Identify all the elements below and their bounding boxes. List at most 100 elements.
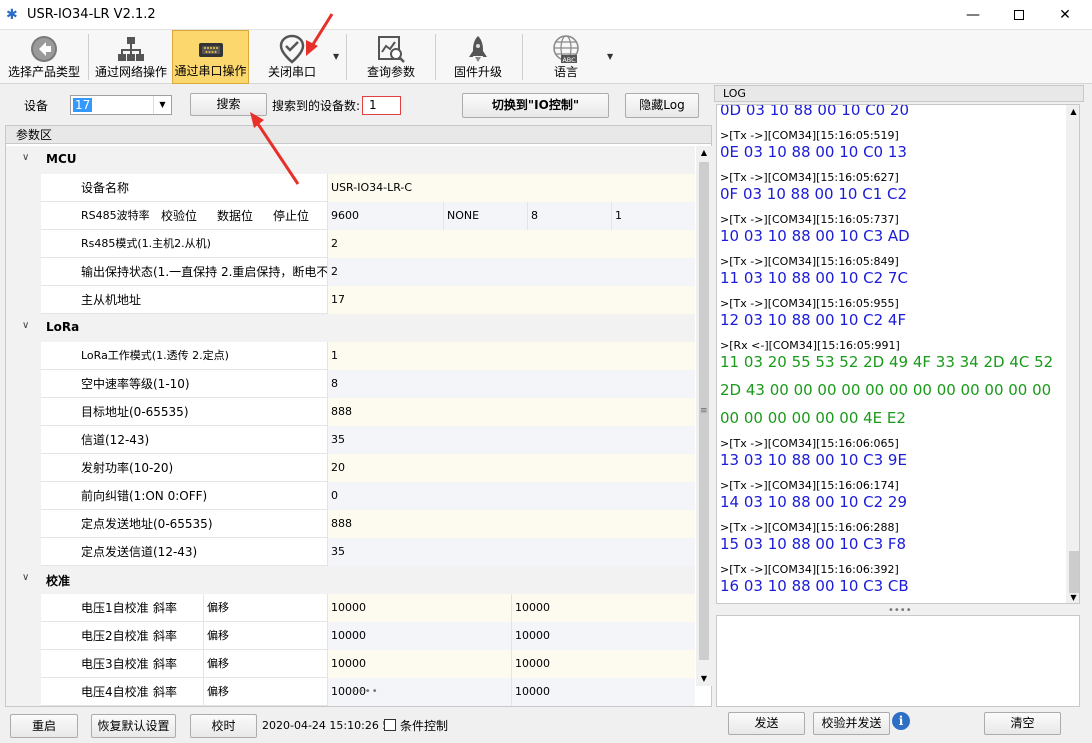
query-params-button[interactable]: 查询参数: [352, 30, 430, 84]
toolbar-separator: [88, 34, 89, 80]
clear-button[interactable]: 清空: [984, 712, 1061, 735]
device-datetime: 2020-04-24 15:10:26 5: [262, 719, 390, 732]
param-value[interactable]: 35: [327, 538, 695, 566]
close-button[interactable]: ✕: [1042, 2, 1088, 28]
param-row-master-slave: 主从机地址 17: [41, 286, 695, 314]
param-value[interactable]: 1: [327, 342, 695, 370]
param-value[interactable]: 10000: [511, 678, 695, 706]
log-line: 2D 43 00 00 00 00 00 00 00 00 00 00 00 0…: [720, 381, 1052, 399]
scroll-up-icon[interactable]: ▲: [696, 146, 712, 160]
log-line: 0D 03 10 88 00 10 C0 20: [720, 104, 910, 119]
param-value[interactable]: 35: [327, 426, 695, 454]
resize-handle-icon[interactable]: ••••: [351, 686, 379, 697]
log-scrollbar[interactable]: ▲ ▼: [1066, 105, 1079, 603]
app-logo-icon: ✱: [6, 7, 18, 23]
send-input[interactable]: [716, 615, 1080, 707]
params-scrollbar[interactable]: ▲ ≡ ▼: [696, 146, 712, 686]
network-icon: [118, 37, 144, 61]
params-grid: ∨ MCU 设备名称 USR-IO34-LR-C RS485波特率 校验位 数据…: [6, 146, 695, 706]
minimize-button[interactable]: —: [950, 2, 996, 28]
restart-button[interactable]: 重启: [10, 714, 78, 738]
toolbar-separator: [522, 34, 523, 80]
log-line: >[Tx ->][COM34][15:16:05:737]: [720, 213, 899, 226]
params-header: 参数区: [6, 126, 711, 144]
log-line: 11 03 10 88 00 10 C2 7C: [720, 269, 908, 287]
info-icon[interactable]: i: [892, 712, 910, 730]
serial-port-operation-button[interactable]: 通过串口操作: [172, 30, 249, 84]
chevron-down-icon[interactable]: ∨: [22, 152, 29, 163]
param-value[interactable]: 10000: [511, 650, 695, 678]
param-value[interactable]: 10000: [327, 594, 511, 622]
param-value[interactable]: 888: [327, 398, 695, 426]
maximize-button[interactable]: [996, 2, 1042, 28]
close-serial-dropdown-icon[interactable]: ▼: [333, 52, 339, 61]
firmware-upgrade-button[interactable]: 固件升级: [440, 30, 516, 84]
section-calibration[interactable]: ∨ 校准: [6, 566, 695, 594]
log-line: 11 03 20 55 53 52 2D 49 4F 33 34 2D 4C 5…: [720, 353, 1054, 371]
device-select[interactable]: 17 ▼: [70, 95, 172, 115]
param-value[interactable]: 10000: [511, 622, 695, 650]
device-bar: 设备 17 ▼ 搜索 搜索到的设备数: 1 切换到"IO控制" 隐藏Log: [0, 85, 712, 123]
grid-gutter: [6, 146, 41, 706]
param-row: 空中速率等级(1-10) 8: [41, 370, 695, 398]
section-lora[interactable]: ∨ LoRa: [6, 314, 695, 342]
search-button[interactable]: 搜索: [190, 93, 267, 116]
scroll-up-icon[interactable]: ▲: [1066, 105, 1079, 119]
log-line: >[Tx ->][COM34][15:16:06:065]: [720, 437, 899, 450]
param-value[interactable]: 1: [611, 202, 695, 230]
log-output[interactable]: 0D 03 10 88 00 10 C0 20 >[Tx ->][COM34][1…: [716, 104, 1080, 604]
param-row-rs485: RS485波特率 校验位 数据位 停止位 9600 NONE 8 1: [41, 202, 695, 230]
chevron-down-icon[interactable]: ∨: [22, 320, 29, 331]
language-dropdown-icon[interactable]: ▼: [607, 52, 613, 61]
window-title: USR-IO34-LR V2.1.2: [27, 7, 156, 22]
select-product-type-button[interactable]: 选择产品类型: [4, 30, 84, 84]
restore-defaults-button[interactable]: 恢复默认设置: [91, 714, 176, 738]
hide-log-button[interactable]: 隐藏Log: [625, 93, 699, 118]
param-value[interactable]: 10000: [327, 650, 511, 678]
log-line: >[Tx ->][COM34][15:16:05:627]: [720, 171, 899, 184]
chevron-down-icon[interactable]: ∨: [22, 572, 29, 583]
network-operation-button[interactable]: 通过网络操作: [92, 30, 170, 84]
param-value[interactable]: 8: [527, 202, 611, 230]
param-value[interactable]: 20: [327, 454, 695, 482]
param-value[interactable]: 9600: [327, 202, 443, 230]
param-value[interactable]: 0: [327, 482, 695, 510]
send-button[interactable]: 发送: [728, 712, 805, 735]
param-value[interactable]: 2: [327, 230, 695, 258]
param-value[interactable]: 888: [327, 510, 695, 538]
log-line: 12 03 10 88 00 10 C2 4F: [720, 311, 907, 329]
language-button[interactable]: ABC 语言: [528, 30, 604, 84]
param-row-output-hold: 输出保持状态(1.一直保持 2.重启保持，断电不 2: [41, 258, 695, 286]
param-row-calibration: 电压2自校准 斜率 偏移 10000 10000: [41, 622, 695, 650]
switch-io-control-button[interactable]: 切换到"IO控制": [462, 93, 609, 118]
conditional-control-label: 条件控制: [400, 719, 449, 733]
left-pane: 设备 17 ▼ 搜索 搜索到的设备数: 1 切换到"IO控制" 隐藏Log 参数…: [0, 85, 712, 743]
log-line: 10 03 10 88 00 10 C3 AD: [720, 227, 910, 245]
conditional-control-checkbox[interactable]: [384, 719, 396, 731]
section-mcu[interactable]: ∨ MCU: [6, 146, 695, 174]
param-value[interactable]: USR-IO34-LR-C: [327, 174, 695, 202]
chevron-down-icon[interactable]: ▼: [153, 96, 171, 114]
log-line: >[Tx ->][COM34][15:16:06:392]: [720, 563, 899, 576]
param-value[interactable]: 2: [327, 258, 695, 286]
close-serial-port-button[interactable]: 关闭串口: [254, 30, 330, 84]
sync-time-button[interactable]: 校时: [190, 714, 257, 738]
log-line: 16 03 10 88 00 10 C3 CB: [720, 577, 909, 595]
check-and-send-button[interactable]: 校验并发送: [813, 712, 890, 735]
serial-port-icon: [198, 43, 223, 57]
log-line: >[Tx ->][COM34][15:16:05:849]: [720, 255, 899, 268]
check-location-icon: [279, 34, 305, 64]
scroll-down-icon[interactable]: ▼: [696, 672, 712, 686]
log-line: >[Rx <-][COM34][15:16:05:991]: [720, 339, 900, 352]
param-value[interactable]: NONE: [443, 202, 527, 230]
param-row: 前向纠错(1:ON 0:OFF) 0: [41, 482, 695, 510]
scroll-grip-icon: ≡: [700, 406, 708, 416]
param-value[interactable]: 8: [327, 370, 695, 398]
scroll-thumb[interactable]: [1069, 551, 1079, 593]
log-line: >[Tx ->][COM34][15:16:06:288]: [720, 521, 899, 534]
param-value[interactable]: 17: [327, 286, 695, 314]
scroll-down-icon[interactable]: ▼: [1066, 591, 1079, 603]
param-value[interactable]: 10000: [511, 594, 695, 622]
param-value[interactable]: 10000: [327, 622, 511, 650]
params-panel: 参数区 ∨ MCU 设备名称 USR-IO34-LR-C RS485波特率 校验…: [5, 125, 712, 707]
